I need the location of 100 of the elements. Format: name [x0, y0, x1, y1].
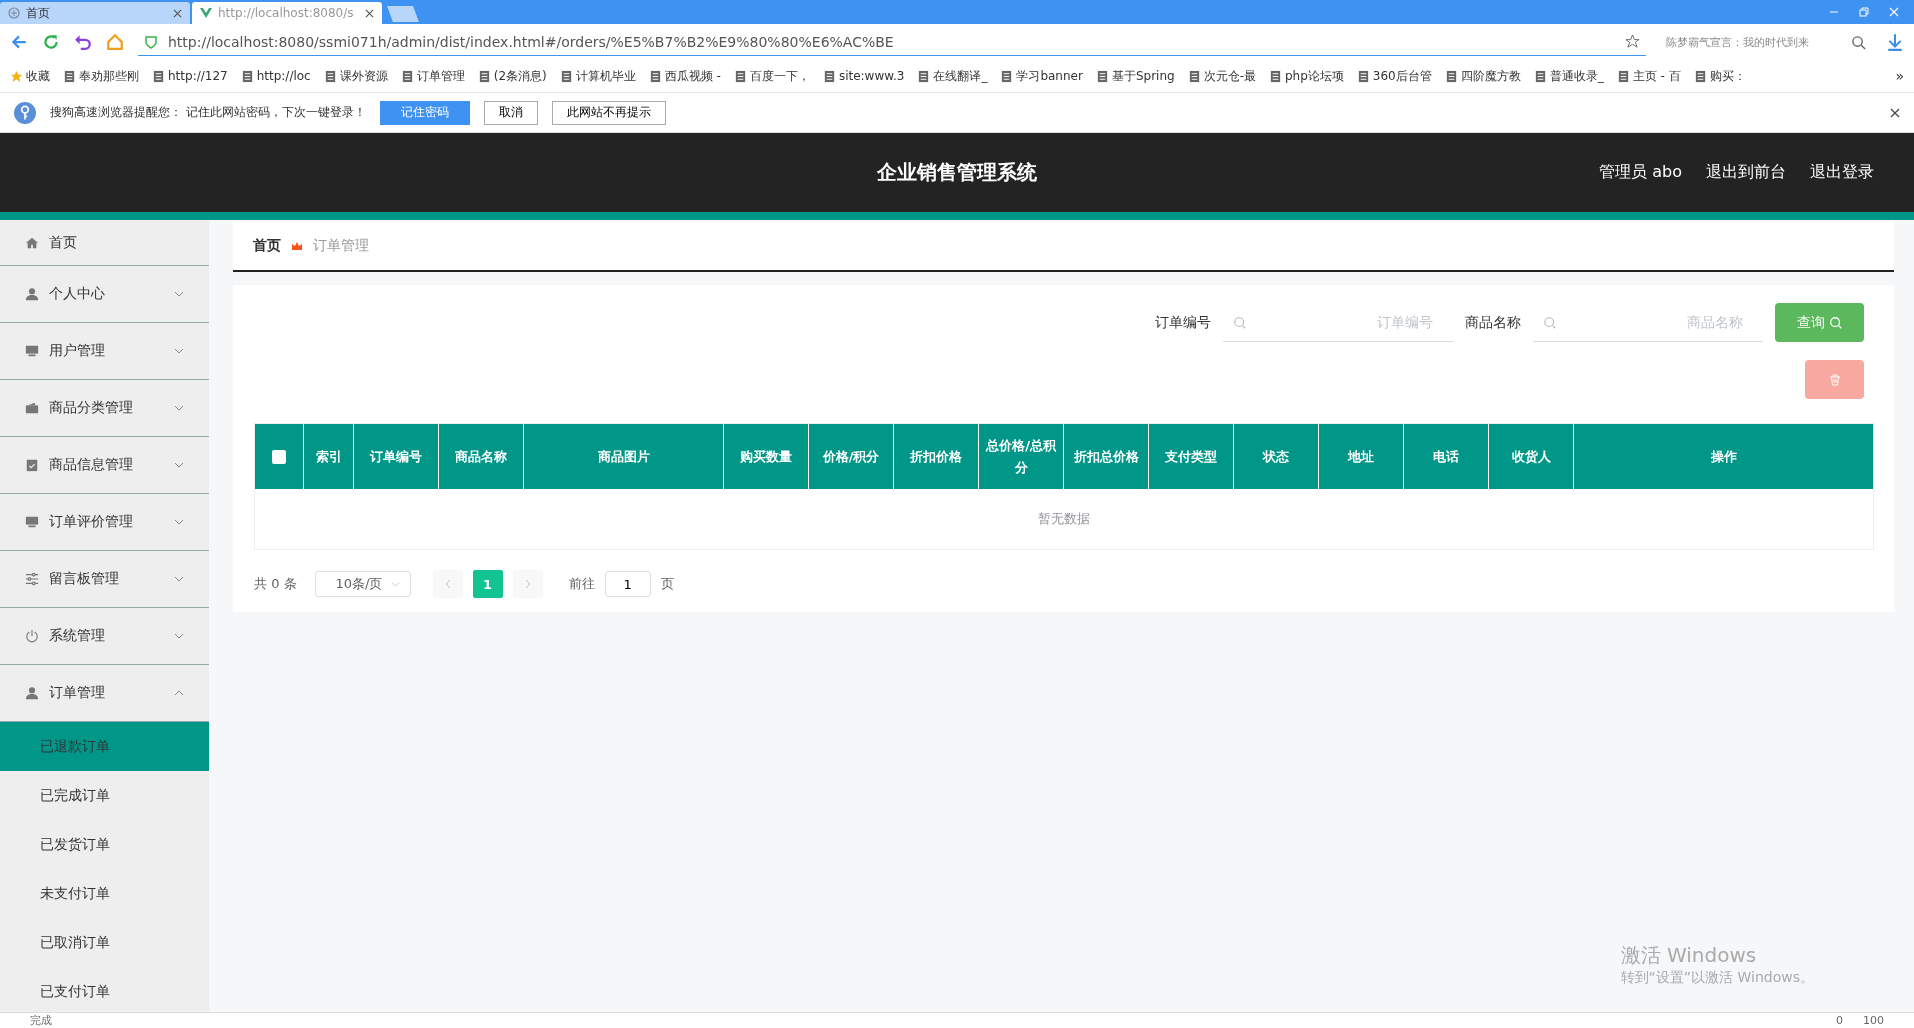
caret-icon — [174, 690, 184, 696]
bookmark-item[interactable]: php论坛项 — [1268, 67, 1344, 85]
bookmark-item[interactable]: 计算机毕业 — [559, 67, 636, 85]
submenu-item[interactable]: 已发货订单 — [0, 820, 209, 869]
menu-item[interactable]: 商品分类管理 — [0, 380, 209, 437]
shield-icon — [144, 34, 158, 49]
column-header: 收货人 — [1511, 447, 1551, 466]
page-input[interactable]: 1 — [604, 571, 651, 597]
monitor-icon — [25, 344, 39, 358]
page-icon — [1616, 69, 1630, 83]
menu-item[interactable]: 系统管理 — [0, 608, 209, 665]
ad-block-count: 0 — [1836, 1013, 1843, 1028]
search-icon[interactable] — [1851, 34, 1866, 50]
browser-tab[interactable]: 首页 — [0, 2, 190, 24]
star-icon[interactable] — [1625, 34, 1640, 49]
bookmark-item[interactable]: 奉劝那些刚 — [63, 67, 139, 85]
page-icon — [917, 69, 931, 83]
close-icon[interactable] — [173, 8, 182, 18]
header-link[interactable]: 退出登录 — [1810, 162, 1874, 183]
caret-icon — [174, 291, 184, 297]
bookmark-item[interactable]: 次元仓-最 — [1187, 67, 1256, 85]
bookmark-item[interactable]: 在线翻译_ — [917, 67, 988, 85]
bookmark-item[interactable]: 主页 - 百 — [1616, 67, 1681, 85]
column-header: 操作 — [1710, 447, 1737, 466]
notice-button[interactable]: 此网站不再提示 — [551, 100, 666, 125]
menu-item[interactable]: 用户管理 — [0, 323, 209, 380]
page-icon — [323, 69, 337, 83]
menu-item[interactable]: 商品信息管理 — [0, 437, 209, 494]
v-logo-icon — [200, 7, 212, 19]
globe-icon — [8, 7, 20, 19]
page-icon — [1000, 69, 1014, 83]
column-header: 折扣总价格 — [1073, 447, 1139, 466]
bookmark-item[interactable]: 收藏 — [10, 67, 50, 85]
header-link[interactable]: 管理员 abo — [1599, 162, 1682, 183]
column-header: 支付类型 — [1165, 447, 1217, 466]
bookmark-item[interactable]: http://127 — [152, 69, 228, 83]
bookmark-item[interactable]: 学习banner — [1000, 67, 1083, 85]
search-icon — [1233, 315, 1247, 330]
back-icon[interactable] — [10, 33, 28, 51]
page-icon — [1095, 69, 1109, 83]
star-icon — [10, 69, 23, 83]
bookmark-item[interactable]: 基于Spring — [1095, 67, 1175, 85]
header-link[interactable]: 退出到前台 — [1706, 162, 1786, 183]
activation-title: 激活 Windows — [1620, 942, 1758, 969]
search-field[interactable]: 订单编号 — [1223, 303, 1453, 342]
notice-text: 搜狗高速浏览器提醒您： 记住此网站密码，下次一键登录！ — [50, 104, 366, 121]
column-header: 商品名称 — [455, 447, 507, 466]
page-icon — [1444, 69, 1458, 83]
checkbox[interactable] — [272, 449, 286, 464]
close-icon[interactable] — [365, 8, 374, 18]
chevron-left-icon — [444, 579, 451, 589]
bookmark-item[interactable]: 百度一下， — [733, 67, 810, 85]
submenu-item[interactable]: 未支付订单 — [0, 869, 209, 918]
close-icon[interactable] — [1890, 107, 1900, 118]
bookmark-item[interactable]: 课外资源 — [323, 67, 388, 85]
bookmark-item[interactable]: 四阶魔方教 — [1444, 67, 1521, 85]
window-restore-icon[interactable] — [1858, 6, 1870, 18]
bookmark-item[interactable]: 360后台管 — [1356, 67, 1432, 85]
undo-icon[interactable] — [74, 33, 92, 51]
person-icon — [25, 686, 39, 700]
download-icon[interactable] — [1886, 33, 1904, 51]
power-icon — [25, 629, 39, 643]
menu-item[interactable]: 个人中心 — [0, 266, 209, 323]
bookmark-item[interactable]: http://loc — [240, 69, 311, 83]
status-text: 完成 — [30, 1013, 52, 1028]
bookmark-item[interactable]: 普通收录_ — [1533, 67, 1604, 85]
page-icon — [1187, 69, 1201, 83]
page-size-select[interactable]: 10条/页 — [314, 571, 411, 597]
refresh-icon[interactable] — [42, 33, 60, 51]
page-icon — [477, 69, 491, 83]
field-label: 订单编号 — [1155, 313, 1211, 332]
new-tab-button[interactable] — [387, 6, 419, 22]
search-field[interactable]: 陈梦霸气宣言：我的时代到来 — [1660, 29, 1872, 55]
column-header: 电话 — [1433, 447, 1459, 466]
bookmark-item[interactable]: 西瓜视频 - — [648, 67, 721, 85]
column-header: 地址 — [1348, 447, 1374, 466]
address-bar[interactable]: http://localhost:8080/ssmi071h/admin/dist/index.html#/orders/%E5%B7%B2%E9%80%80%E6%AC%BE — [138, 28, 1646, 56]
submenu-item[interactable]: 已支付订单 — [0, 967, 209, 1012]
bookmark-item[interactable]: (2条消息) — [477, 67, 547, 85]
notice-button[interactable]: 取消 — [483, 100, 538, 125]
column-header: 总价格/总积分 — [985, 436, 1057, 477]
zoom-level[interactable]: 100 — [1863, 1013, 1884, 1028]
submenu-item[interactable]: 已完成订单 — [0, 771, 209, 820]
monitor-icon — [25, 515, 39, 529]
submenu-item[interactable]: 已取消订单 — [0, 918, 209, 967]
bookmark-item[interactable]: site:www.3 — [822, 69, 905, 83]
column-header: 折扣价格 — [910, 447, 962, 466]
breadcrumb-item[interactable]: 首页 — [253, 237, 281, 255]
column-header: 商品图片 — [597, 447, 650, 466]
bookmark-item[interactable]: 订单管理 — [400, 67, 465, 85]
empty-text: 暂无数据 — [1038, 510, 1090, 528]
menu-item[interactable]: 留言板管理 — [0, 551, 209, 608]
more-bookmarks[interactable]: » — [1895, 68, 1904, 84]
search-field[interactable]: 商品名称 — [1533, 303, 1763, 342]
menu-item[interactable]: 订单评价管理 — [0, 494, 209, 551]
search-icon — [1828, 315, 1843, 330]
menu-item[interactable]: 首页 — [0, 220, 209, 266]
bookmark-item[interactable]: 购买： — [1693, 67, 1746, 85]
submenu-item[interactable]: 已退款订单 — [0, 722, 209, 771]
home-icon[interactable] — [106, 33, 124, 51]
